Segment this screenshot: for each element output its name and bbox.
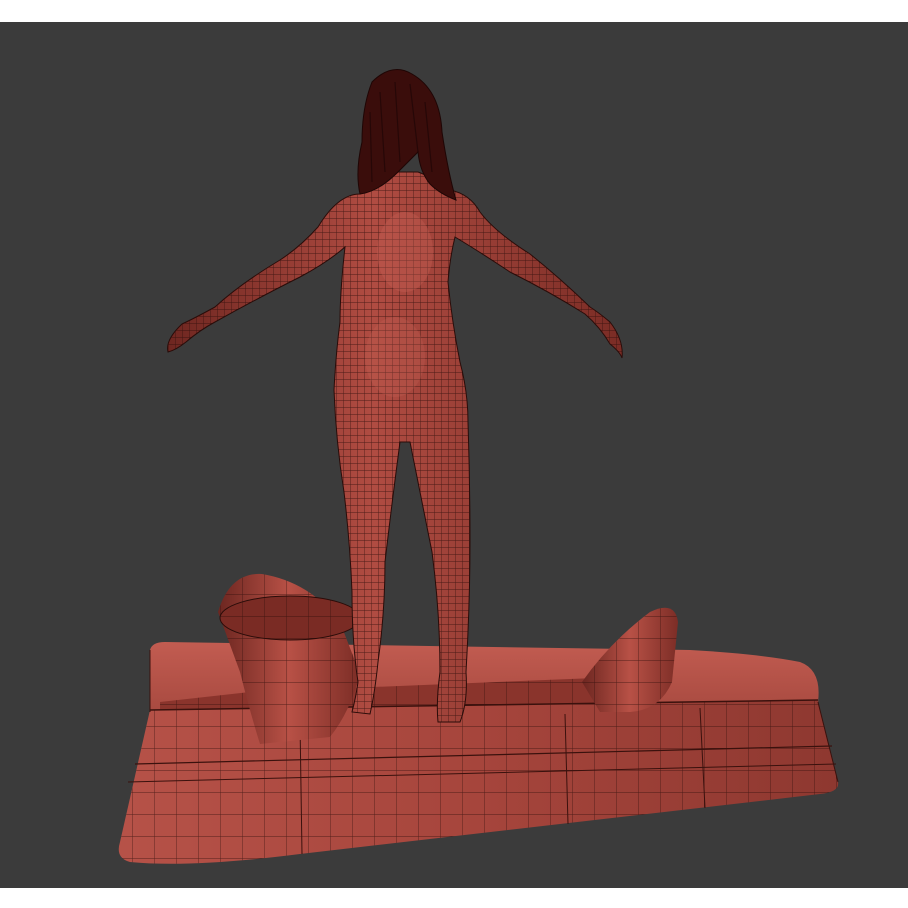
render-viewport bbox=[0, 22, 908, 888]
image-frame bbox=[0, 0, 908, 908]
display-base bbox=[118, 642, 839, 864]
render-canvas bbox=[118, 69, 839, 864]
